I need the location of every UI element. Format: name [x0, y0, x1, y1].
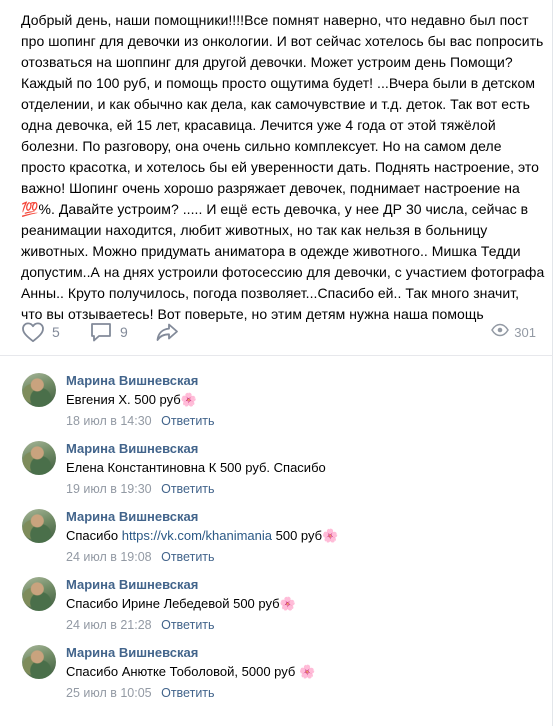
comment-text: Спасибо Анютке Тоболовой, 5000 руб 🌸 — [66, 664, 316, 679]
comment-author[interactable]: Марина Вишневская — [66, 645, 198, 660]
comment-author[interactable]: Марина Вишневская — [66, 509, 198, 524]
avatar[interactable] — [22, 645, 56, 679]
profile-link[interactable]: https://vk.com/khanimania — [122, 528, 272, 543]
avatar[interactable] — [22, 577, 56, 611]
comment-text-part: 500 руб🌸 — [272, 528, 339, 543]
share-arrow-icon — [155, 321, 179, 343]
comment-meta: 18 июл в 14:30 Ответить — [66, 414, 215, 428]
avatar[interactable] — [22, 441, 56, 475]
comment-text: Спасибо Ирине Лебедевой 500 руб🌸 — [66, 596, 296, 611]
views-counter: 301 — [491, 318, 536, 346]
comment-text-part: Спасибо — [66, 528, 122, 543]
avatar[interactable] — [22, 373, 56, 407]
comment: Марина Вишневская Евгения Х. 500 руб🌸 18… — [0, 365, 553, 431]
post-text-line: болезни. По разговору, она очень сильно … — [21, 138, 502, 154]
comment-meta: 24 июл в 21:28 Ответить — [66, 618, 215, 632]
comment-author[interactable]: Марина Вишневская — [66, 441, 198, 456]
post-text-line: Добрый день, наши помощники!!!!Все помня… — [21, 12, 529, 28]
comment: Марина Вишневская Спасибо Анютке Тоболов… — [0, 637, 553, 703]
divider — [0, 355, 553, 356]
post-text-line: отделении, и как обычно как дела, как са… — [21, 96, 531, 112]
post-text-line: про шопинг для девочки из онкологии. И в… — [21, 33, 544, 49]
wall-post: Добрый день, наши помощники!!!!Все помня… — [0, 0, 553, 726]
comment-button[interactable]: 9 — [89, 318, 128, 346]
like-count: 5 — [52, 324, 60, 340]
comment-date[interactable]: 24 июл в 21:28 — [66, 618, 152, 632]
comment-text: Елена Константиновна К 500 руб. Спасибо — [66, 460, 326, 475]
reply-link[interactable]: Ответить — [161, 550, 214, 564]
comment-author[interactable]: Марина Вишневская — [66, 577, 198, 592]
post-text-line: одна девочка, ей 15 лет, красавица. Лечи… — [21, 117, 496, 133]
comment-date[interactable]: 18 июл в 14:30 — [66, 414, 152, 428]
post-text-line: важно! Шопинг очень хорошо разряжает дев… — [21, 180, 520, 196]
comment-date[interactable]: 19 июл в 19:30 — [66, 482, 152, 496]
reply-link[interactable]: Ответить — [161, 414, 214, 428]
comment-count: 9 — [120, 324, 128, 340]
post-text: Добрый день, наши помощники!!!!Все помня… — [21, 10, 545, 325]
comment-author[interactable]: Марина Вишневская — [66, 373, 198, 388]
comment-meta: 24 июл в 19:08 Ответить — [66, 550, 215, 564]
like-button[interactable]: 5 — [21, 318, 60, 346]
comment: Марина Вишневская Спасибо https://vk.com… — [0, 501, 553, 567]
heart-icon — [21, 321, 45, 343]
comment-meta: 25 июл в 10:05 Ответить — [66, 686, 215, 700]
share-button[interactable] — [155, 318, 179, 346]
post-text-line: отозваться на шоппинг для другой девочки… — [21, 54, 513, 70]
post-text-line: Анны.. Круто получилось, погода позволяе… — [21, 285, 520, 301]
comment-date[interactable]: 25 июл в 10:05 — [66, 686, 152, 700]
views-count: 301 — [514, 324, 536, 340]
post-text-line: допустим..А на днях устроили фотосессию … — [21, 264, 545, 280]
post-actions: 5 9 301 — [21, 318, 536, 346]
reply-link[interactable]: Ответить — [161, 618, 214, 632]
comment: Марина Вишневская Спасибо Ирине Лебедево… — [0, 569, 553, 635]
post-text-line: реанимации находится, любит животных, но… — [21, 222, 488, 238]
avatar[interactable] — [22, 509, 56, 543]
comment-text: Спасибо https://vk.com/khanimania 500 ру… — [66, 528, 338, 544]
comment: Марина Вишневская Елена Константиновна К… — [0, 433, 553, 499]
post-text-line: Каждый по 100 руб, и помощь просто ощути… — [21, 75, 535, 91]
comment-text: Евгения Х. 500 руб🌸 — [66, 392, 197, 407]
post-text-line: 💯%. Давайте устроим? ..... И ещё есть де… — [21, 201, 529, 217]
eye-icon — [491, 323, 510, 342]
comment-meta: 19 июл в 19:30 Ответить — [66, 482, 215, 496]
speech-bubble-icon — [89, 321, 113, 343]
reply-link[interactable]: Ответить — [161, 686, 214, 700]
comment-date[interactable]: 24 июл в 19:08 — [66, 550, 152, 564]
post-text-line: животных. Можно придумать аниматора в од… — [21, 243, 521, 259]
post-text-line: просто красотка, и хотелось бы ей уверен… — [21, 159, 539, 175]
reply-link[interactable]: Ответить — [161, 482, 214, 496]
